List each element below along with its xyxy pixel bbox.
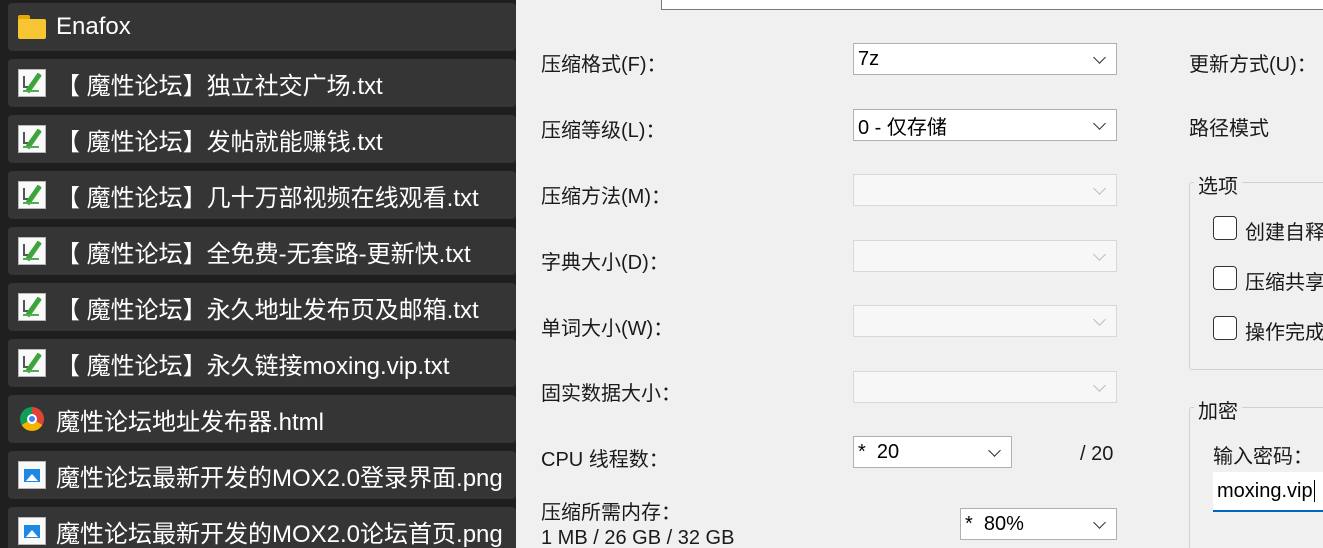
file-name: 魔性论坛最新开发的MOX2.0登录界面.png <box>56 464 503 492</box>
chevron-down-icon <box>1093 379 1106 392</box>
chevron-down-icon <box>1093 313 1106 326</box>
dict-label: 字典大小(D)： <box>541 252 669 274</box>
file-name: 【 魔性论坛】发帖就能赚钱.txt <box>56 128 383 156</box>
chevron-down-icon <box>988 444 1001 457</box>
file-name: 【 魔性论坛】全免费-无套路-更新快.txt <box>56 240 471 268</box>
solid-label: 固实数据大小： <box>541 383 681 405</box>
password-value: moxing.vip <box>1217 479 1313 502</box>
memory-value: * 80% <box>965 512 1024 535</box>
file-row-folder[interactable]: Enafox <box>8 3 516 51</box>
file-name: Enafox <box>56 13 131 40</box>
file-row[interactable]: 魔性论坛地址发布器.html <box>8 395 516 443</box>
password-label: 输入密码： <box>1213 446 1313 468</box>
threads-value: * 20 <box>858 440 900 463</box>
text-file-icon <box>18 349 46 377</box>
text-file-icon <box>18 237 46 265</box>
password-input[interactable]: moxing.vip <box>1213 472 1323 512</box>
memory-label: 压缩所需内存： <box>541 502 681 524</box>
file-row[interactable]: 【 魔性论坛】全免费-无套路-更新快.txt <box>8 227 516 275</box>
image-file-icon <box>18 461 46 489</box>
image-file-icon <box>18 517 46 545</box>
file-row[interactable]: 魔性论坛最新开发的MOX2.0论坛首页.png <box>8 507 516 548</box>
format-select[interactable]: 7z <box>853 43 1117 75</box>
file-row[interactable]: 【 魔性论坛】永久地址发布页及邮箱.txt <box>8 283 516 331</box>
dict-select <box>853 240 1117 272</box>
format-value: 7z <box>858 47 880 70</box>
update-mode-label: 更新方式(U)： <box>1189 54 1317 76</box>
chevron-down-icon <box>1093 516 1106 529</box>
level-label: 压缩等级(L)： <box>541 120 666 142</box>
option-label: 压缩共享 <box>1245 272 1323 294</box>
file-row[interactable]: 【 魔性论坛】几十万部视频在线观看.txt <box>8 171 516 219</box>
file-name: 【 魔性论坛】永久链接moxing.vip.txt <box>56 352 450 380</box>
file-name: 【 魔性论坛】几十万部视频在线观看.txt <box>56 184 479 212</box>
solid-select <box>853 371 1117 403</box>
archive-path-field[interactable] <box>661 0 1323 10</box>
file-name: 魔性论坛地址发布器.html <box>56 408 325 436</box>
path-mode-label: 路径模式 <box>1189 118 1269 140</box>
file-row[interactable]: 【 魔性论坛】发帖就能赚钱.txt <box>8 115 516 163</box>
level-select[interactable]: 0 - 仅存储 <box>853 109 1117 141</box>
chevron-down-icon <box>1093 248 1106 261</box>
text-file-icon <box>18 181 46 209</box>
option-label: 操作完成 <box>1245 322 1323 344</box>
options-title: 选项 <box>1194 170 1242 199</box>
text-caret <box>1313 480 1315 502</box>
file-name: 魔性论坛最新开发的MOX2.0论坛首页.png <box>56 520 503 548</box>
option-checkbox[interactable] <box>1213 216 1237 240</box>
archive-settings-dialog: 压缩格式(F)： 7z 压缩等级(L)： 0 - 仅存储 压缩方法(M)： 字典… <box>516 0 1323 548</box>
text-file-icon <box>18 125 46 153</box>
encryption-title: 加密 <box>1194 395 1242 424</box>
file-name: 【 魔性论坛】永久地址发布页及邮箱.txt <box>56 296 479 324</box>
file-row[interactable]: 【 魔性论坛】独立社交广场.txt <box>8 59 516 107</box>
text-file-icon <box>18 69 46 97</box>
file-name: 【 魔性论坛】独立社交广场.txt <box>56 72 383 100</box>
folder-icon <box>18 13 46 41</box>
word-select <box>853 305 1117 337</box>
option-label: 创建自释 <box>1245 222 1323 244</box>
level-value: 0 - 仅存储 <box>858 116 947 139</box>
method-label: 压缩方法(M)： <box>541 186 671 208</box>
text-file-icon <box>18 293 46 321</box>
chrome-icon <box>18 405 46 433</box>
word-label: 单词大小(W)： <box>541 318 674 340</box>
threads-select[interactable]: * 20 <box>853 436 1012 468</box>
threads-max: / 20 <box>1080 443 1114 465</box>
chevron-down-icon <box>1093 182 1106 195</box>
file-row[interactable]: 魔性论坛最新开发的MOX2.0登录界面.png <box>8 451 516 499</box>
option-checkbox[interactable] <box>1213 316 1237 340</box>
memory-detail: 1 MB / 26 GB / 32 GB <box>541 527 735 548</box>
memory-select[interactable]: * 80% <box>960 508 1117 540</box>
file-row[interactable]: 【 魔性论坛】永久链接moxing.vip.txt <box>8 339 516 387</box>
chevron-down-icon <box>1093 51 1106 64</box>
method-select <box>853 174 1117 206</box>
format-label: 压缩格式(F)： <box>541 54 667 76</box>
chevron-down-icon <box>1093 117 1106 130</box>
threads-label: CPU 线程数： <box>541 449 669 471</box>
file-list: Enafox 【 魔性论坛】独立社交广场.txt 【 魔性论坛】发帖就能赚钱.t… <box>0 0 516 548</box>
option-checkbox[interactable] <box>1213 266 1237 290</box>
